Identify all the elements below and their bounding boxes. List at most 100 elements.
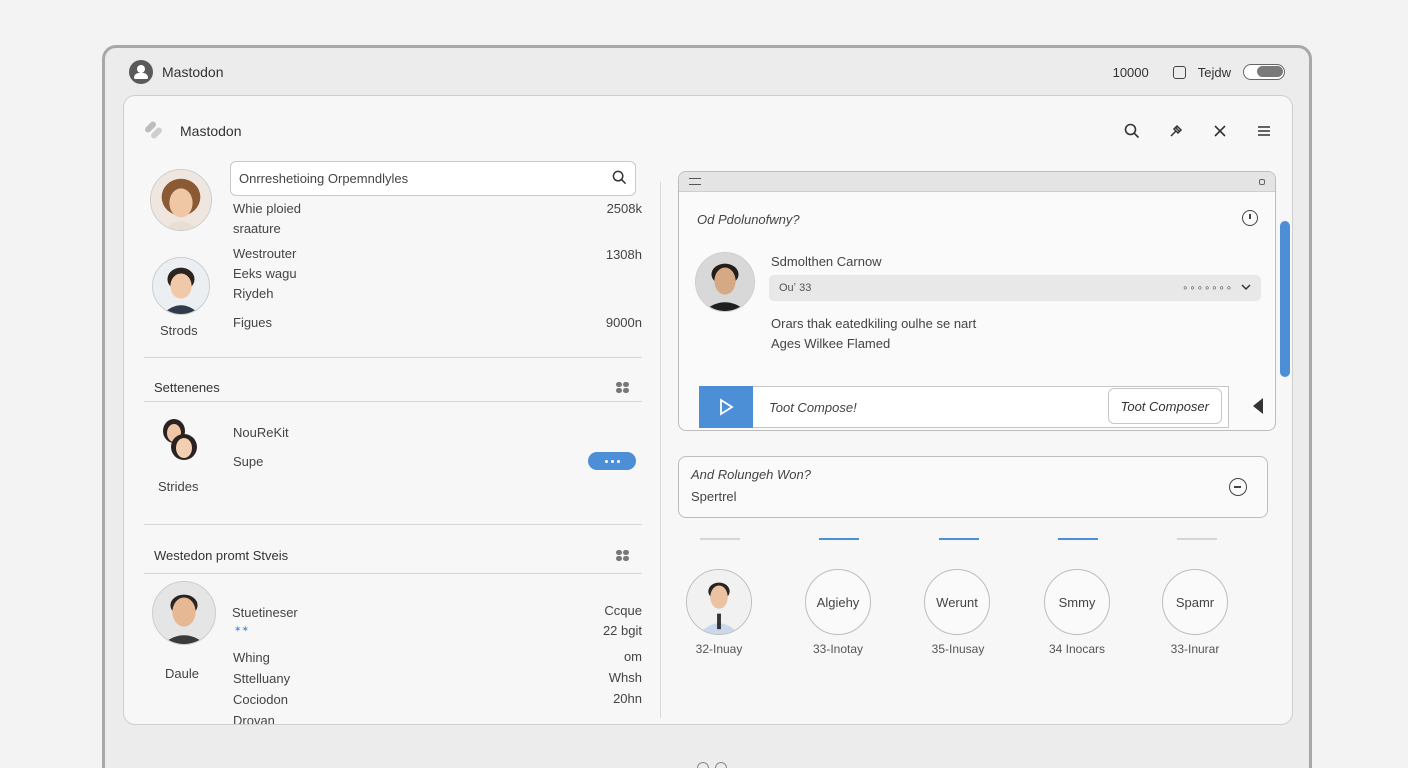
list-item-meta: Whsh [608,670,642,685]
divider [144,524,642,525]
list-item-line: Whing [233,650,270,665]
pin-icon[interactable] [1168,123,1184,139]
menu-icon[interactable] [1256,123,1272,139]
tab-indicator[interactable] [939,538,979,540]
list-item-name: Daule [165,666,199,681]
search-icon[interactable] [1124,123,1140,139]
list-item-line: sraature [233,221,281,236]
window-header: Mastodon [124,96,1292,166]
person-label: Spamr [1175,594,1215,610]
person-avatar[interactable]: Smmy [1044,569,1110,635]
person-sub: 32-Inuay [695,642,743,656]
pager-dots [697,762,727,768]
toot-author[interactable]: Sdmolthen Carnow [771,254,882,269]
person-avatar[interactable]: Spamr [1162,569,1228,635]
suggestion-line: Supe [233,454,264,469]
list-item-meta: 22 bgit [602,623,642,638]
person-sub: 35-Inusay [931,642,985,656]
person-avatar[interactable]: Werunt [924,569,990,635]
list-item-meta: 2508k [606,201,642,216]
tab-indicator[interactable] [1177,538,1217,540]
os-titlebar: Mastodon 10000 Tejdw [105,48,1309,96]
list-item-meta: om [623,649,642,664]
mastodon-logo-icon [129,60,153,84]
more-options-button[interactable] [588,452,636,470]
dropdown-dots: ∘∘∘∘∘∘∘ [1182,282,1233,294]
hamburger-icon[interactable] [689,178,701,185]
person-sub: 33-Inurar [1170,642,1220,656]
question-card: And Rolungeh Won? Spertrel [678,456,1268,518]
pager-dot[interactable] [715,762,727,768]
list-item-line: Westrouter [233,246,297,261]
person-label: Werunt [936,594,978,610]
list-item-meta: 20hn [613,691,642,706]
avatar[interactable] [152,581,216,645]
list-item-line: Sttelluany [233,671,291,686]
avatar-group[interactable] [154,413,204,463]
toot-composer-button[interactable]: Toot Composer [1107,388,1222,424]
toot-question: Od Pdolunofwny? [697,212,800,227]
back-arrow-icon[interactable] [1253,398,1263,414]
grid-icon[interactable] [616,382,630,394]
list-item-line: Figues [233,315,273,330]
lock-icon [1259,178,1265,185]
grid-icon[interactable] [616,550,630,562]
window-icon[interactable] [1172,65,1186,79]
dropdown-label: Ouʼ 33 [779,282,812,294]
divider [144,401,642,402]
question-title: And Rolungeh Won? [691,467,811,482]
person-sub: 33-Inotay [812,642,864,656]
search-input[interactable]: Onrreshetioing Orpemndlyles [230,161,636,196]
person-label: Algiehy [816,594,860,610]
person-avatar[interactable]: Algiehy [805,569,871,635]
tab-indicator[interactable] [819,538,859,540]
search-value: Onrreshetioing Orpemndlyles [239,171,409,186]
tab-indicator[interactable] [700,538,740,540]
toggle-label: Tejdw [1197,64,1231,80]
question-sub: Spertrel [691,489,737,504]
avatar[interactable] [152,257,210,315]
section-title: Settenenes [154,380,220,395]
search-icon[interactable] [612,170,627,188]
suggestion-name: Strides [158,479,199,494]
chevron-down-icon[interactable] [1241,282,1251,295]
divider [144,573,642,574]
toot-body: Ages Wilkee Flamed [771,336,891,351]
person-avatar[interactable] [686,569,752,635]
app-window: Mastodon Onrreshetioing Orpemndlyles Whi… [123,95,1293,725]
collapse-icon[interactable] [1229,478,1247,496]
right-column: Od Pdolunofwny? Sdmolthen Carnow Ouʼ 33 … [678,171,1290,724]
pager-dot[interactable] [697,762,709,768]
person-label: Smmy [1058,594,1096,610]
toot-composer[interactable]: Toot Compose! Toot Composer [699,386,1229,428]
suggestion-line: NouReKit [233,425,289,440]
window-title: Mastodon [180,123,242,139]
avatar[interactable] [695,252,755,312]
app-title: Mastodon [162,64,224,80]
list-item-line: Cociodon [233,692,288,707]
close-icon[interactable] [1212,123,1228,139]
list-item-line: Stuetineser [232,605,298,620]
clock-icon[interactable] [1242,210,1258,226]
list-item-line: Whie ploied [233,201,301,216]
mode-toggle[interactable] [1243,64,1285,80]
toot-card: Od Pdolunofwny? Sdmolthen Carnow Ouʼ 33 … [678,171,1276,431]
list-item-meta: 1308h [605,247,642,262]
toot-body: Orars thak eatedkiling oulhe se nart [771,316,977,331]
list-item-line: Eeks wagu [233,266,297,281]
list-item-name: Strods [160,323,198,338]
avatar[interactable] [150,169,212,231]
left-column: Onrreshetioing Orpemndlyles Whie ploied … [144,161,642,725]
count-readout: 10000 [1112,64,1149,80]
toot-card-bar [679,172,1275,192]
column-divider [660,182,661,718]
visibility-dropdown[interactable]: Ouʼ 33 ∘∘∘∘∘∘∘ [769,275,1261,301]
list-item-line: Drovan [233,713,275,725]
tab-indicator[interactable] [1058,538,1098,540]
app-logo-icon [143,120,164,141]
send-button[interactable] [699,386,753,428]
divider [144,357,642,358]
list-item-line: Riydeh [233,286,274,301]
list-item-meta: 9000n [605,315,642,330]
scrollbar[interactable] [1280,221,1290,377]
